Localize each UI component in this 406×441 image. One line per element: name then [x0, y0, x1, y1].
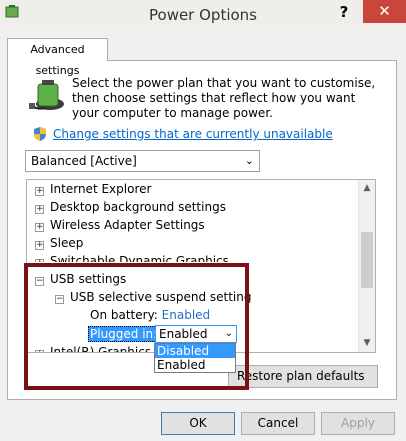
- tree-item-label: Sleep: [50, 236, 84, 250]
- tree-item-label: Wireless Adapter Settings: [50, 218, 205, 232]
- cancel-button[interactable]: Cancel: [241, 412, 315, 435]
- title-bar: Power Options ? ✕: [0, 0, 406, 31]
- dropdown-option-enabled[interactable]: Enabled: [155, 358, 235, 372]
- scroll-up-arrow-icon[interactable]: ▲: [359, 180, 375, 197]
- tree-scrollbar[interactable]: ▲ ▼: [358, 180, 375, 352]
- expand-icon[interactable]: +: [35, 205, 44, 214]
- scroll-thumb[interactable]: [361, 232, 373, 288]
- tree-item-label: Desktop background settings: [50, 200, 226, 214]
- expand-icon[interactable]: +: [35, 223, 44, 232]
- dropdown-option-disabled[interactable]: Disabled: [155, 344, 235, 358]
- apply-button[interactable]: Apply: [321, 412, 395, 435]
- scroll-down-arrow-icon[interactable]: ▼: [359, 335, 375, 352]
- intro-text: Select the power plan that you want to c…: [72, 76, 376, 120]
- expand-icon[interactable]: +: [35, 241, 44, 250]
- tree-item-desktop-background[interactable]: + Desktop background settings: [35, 198, 226, 216]
- tree-item-wireless-adapter[interactable]: + Wireless Adapter Settings: [35, 216, 205, 234]
- power-plan-select[interactable]: Balanced [Active] ⌄: [25, 150, 260, 172]
- restore-plan-defaults-button[interactable]: Restore plan defaults: [228, 365, 378, 388]
- expand-icon[interactable]: +: [35, 187, 44, 196]
- expand-icon[interactable]: +: [35, 259, 44, 262]
- power-plan-value: Balanced [Active]: [31, 154, 137, 168]
- ok-button[interactable]: OK: [161, 412, 235, 435]
- plugged-in-dropdown-list[interactable]: Disabled Enabled: [154, 343, 236, 373]
- tab-advanced-settings[interactable]: Advanced settings: [7, 38, 108, 77]
- close-button[interactable]: ✕: [363, 0, 406, 23]
- tree-item-sleep[interactable]: + Sleep: [35, 234, 83, 252]
- tree-item-label: Switchable Dynamic Graphics: [50, 254, 229, 262]
- tree-item-label: Internet Explorer: [50, 182, 152, 196]
- chevron-down-icon: ⌄: [244, 154, 254, 167]
- help-button[interactable]: ?: [334, 2, 354, 22]
- change-settings-link[interactable]: Change settings that are currently unava…: [53, 127, 333, 141]
- tree-item-internet-explorer[interactable]: + Internet Explorer: [35, 180, 151, 198]
- uac-shield-icon: [34, 127, 46, 141]
- battery-plug-icon: [29, 80, 64, 110]
- tree-item-switchable-graphics[interactable]: + Switchable Dynamic Graphics: [35, 252, 229, 262]
